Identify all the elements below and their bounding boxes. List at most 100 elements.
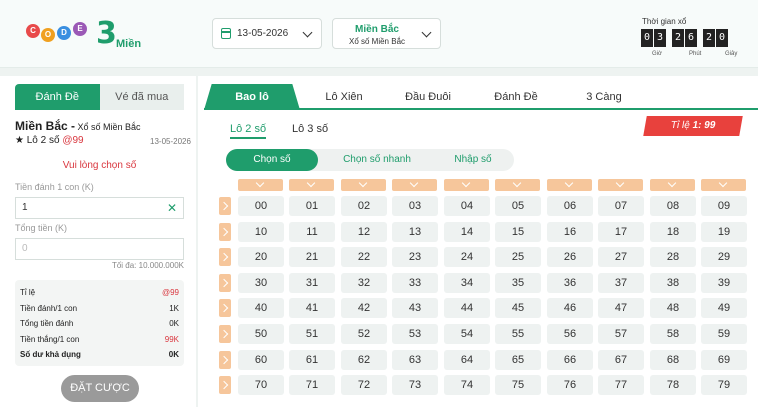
number-cell[interactable]: 45	[495, 298, 541, 318]
number-cell[interactable]: 76	[547, 375, 593, 395]
subtab-lo-2-so[interactable]: Lô 2 số	[230, 123, 267, 139]
row-select-button[interactable]	[219, 223, 231, 241]
subtab-lo-3-so[interactable]: Lô 3 số	[292, 123, 328, 135]
number-cell[interactable]: 73	[392, 375, 438, 395]
number-cell[interactable]: 07	[598, 196, 644, 216]
row-select-button[interactable]	[219, 351, 231, 369]
tab-danh-de[interactable]: Đánh Đề	[15, 84, 100, 110]
number-cell[interactable]: 21	[289, 247, 335, 267]
clear-icon[interactable]: ✕	[167, 198, 177, 218]
number-cell[interactable]: 23	[392, 247, 438, 267]
place-bet-button[interactable]: ĐẶT CƯỢC	[61, 375, 139, 402]
number-cell[interactable]: 39	[701, 273, 747, 293]
column-select-button[interactable]	[547, 179, 592, 191]
row-select-button[interactable]	[219, 197, 231, 215]
number-cell[interactable]: 06	[547, 196, 593, 216]
number-cell[interactable]: 04	[444, 196, 490, 216]
column-select-button[interactable]	[238, 179, 283, 191]
number-cell[interactable]: 30	[238, 273, 284, 293]
number-cell[interactable]: 28	[650, 247, 696, 267]
number-cell[interactable]: 78	[650, 375, 696, 395]
number-cell[interactable]: 43	[392, 298, 438, 318]
number-cell[interactable]: 64	[444, 350, 490, 370]
number-cell[interactable]: 41	[289, 298, 335, 318]
number-cell[interactable]: 12	[341, 222, 387, 242]
number-cell[interactable]: 31	[289, 273, 335, 293]
logo[interactable]: C O D E 3 Miền	[26, 16, 141, 54]
number-cell[interactable]: 44	[444, 298, 490, 318]
number-cell[interactable]: 62	[341, 350, 387, 370]
column-select-button[interactable]	[444, 179, 489, 191]
row-select-button[interactable]	[219, 325, 231, 343]
column-select-button[interactable]	[650, 179, 695, 191]
number-cell[interactable]: 08	[650, 196, 696, 216]
tab-danh-de[interactable]: Đánh Đề	[472, 84, 560, 110]
number-cell[interactable]: 74	[444, 375, 490, 395]
number-cell[interactable]: 05	[495, 196, 541, 216]
number-cell[interactable]: 22	[341, 247, 387, 267]
number-cell[interactable]: 01	[289, 196, 335, 216]
number-cell[interactable]: 17	[598, 222, 644, 242]
mode-chon-so-nhanh[interactable]: Chọn số nhanh	[322, 149, 432, 171]
number-cell[interactable]: 68	[650, 350, 696, 370]
number-cell[interactable]: 65	[495, 350, 541, 370]
number-cell[interactable]: 18	[650, 222, 696, 242]
number-cell[interactable]: 67	[598, 350, 644, 370]
number-cell[interactable]: 24	[444, 247, 490, 267]
number-cell[interactable]: 37	[598, 273, 644, 293]
tab-lo-xien[interactable]: Lô Xiên	[300, 84, 388, 110]
total-amount-input[interactable]: 0	[15, 238, 184, 260]
column-select-button[interactable]	[598, 179, 643, 191]
number-cell[interactable]: 25	[495, 247, 541, 267]
region-select[interactable]: Miền Bắc Xổ số Miền Bắc	[332, 18, 441, 49]
number-cell[interactable]: 66	[547, 350, 593, 370]
number-cell[interactable]: 71	[289, 375, 335, 395]
number-cell[interactable]: 40	[238, 298, 284, 318]
amount-per-input[interactable]: 1 ✕	[15, 197, 184, 219]
number-cell[interactable]: 10	[238, 222, 284, 242]
tab-bao-lo[interactable]: Bao lô	[204, 84, 300, 110]
column-select-button[interactable]	[341, 179, 386, 191]
number-cell[interactable]: 42	[341, 298, 387, 318]
number-cell[interactable]: 14	[444, 222, 490, 242]
number-cell[interactable]: 51	[289, 324, 335, 344]
number-cell[interactable]: 36	[547, 273, 593, 293]
number-cell[interactable]: 75	[495, 375, 541, 395]
column-select-button[interactable]	[701, 179, 746, 191]
number-cell[interactable]: 13	[392, 222, 438, 242]
number-cell[interactable]: 27	[598, 247, 644, 267]
number-cell[interactable]: 69	[701, 350, 747, 370]
number-cell[interactable]: 52	[341, 324, 387, 344]
number-cell[interactable]: 70	[238, 375, 284, 395]
row-select-button[interactable]	[219, 248, 231, 266]
number-cell[interactable]: 46	[547, 298, 593, 318]
number-cell[interactable]: 00	[238, 196, 284, 216]
number-cell[interactable]: 09	[701, 196, 747, 216]
number-cell[interactable]: 19	[701, 222, 747, 242]
mode-chon-so[interactable]: Chọn số	[226, 149, 318, 171]
number-cell[interactable]: 56	[547, 324, 593, 344]
column-select-button[interactable]	[289, 179, 334, 191]
number-cell[interactable]: 50	[238, 324, 284, 344]
mode-nhap-so[interactable]: Nhập số	[432, 149, 514, 171]
number-cell[interactable]: 49	[701, 298, 747, 318]
number-cell[interactable]: 77	[598, 375, 644, 395]
number-cell[interactable]: 47	[598, 298, 644, 318]
number-cell[interactable]: 72	[341, 375, 387, 395]
row-select-button[interactable]	[219, 376, 231, 394]
number-cell[interactable]: 48	[650, 298, 696, 318]
column-select-button[interactable]	[392, 179, 437, 191]
number-cell[interactable]: 63	[392, 350, 438, 370]
number-cell[interactable]: 53	[392, 324, 438, 344]
number-cell[interactable]: 29	[701, 247, 747, 267]
column-select-button[interactable]	[495, 179, 540, 191]
tab-ve-da-mua[interactable]: Vé đã mua	[99, 84, 184, 110]
number-cell[interactable]: 34	[444, 273, 490, 293]
number-cell[interactable]: 35	[495, 273, 541, 293]
number-cell[interactable]: 61	[289, 350, 335, 370]
date-picker[interactable]: 13-05-2026	[212, 18, 322, 49]
number-cell[interactable]: 55	[495, 324, 541, 344]
number-cell[interactable]: 59	[701, 324, 747, 344]
tab-dau-duoi[interactable]: Đầu Đuôi	[384, 84, 472, 110]
number-cell[interactable]: 20	[238, 247, 284, 267]
